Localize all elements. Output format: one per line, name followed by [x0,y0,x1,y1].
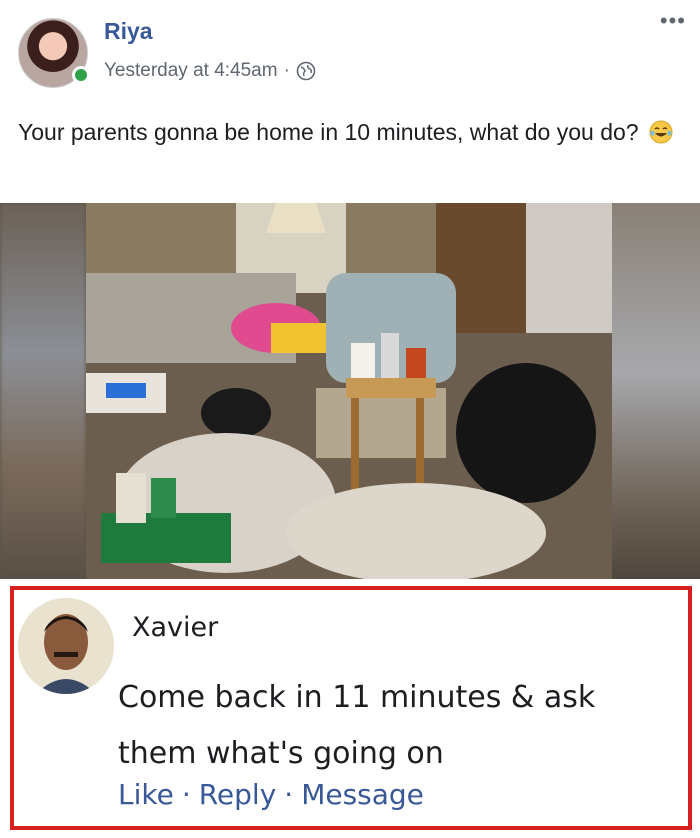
post-meta: Yesterday at 4:45am · [104,60,316,82]
post-body-text: Your parents gonna be home in 10 minutes… [18,119,639,145]
post-timestamp[interactable]: Yesterday at 4:45am [104,60,278,82]
reply-link[interactable]: Reply [199,778,277,811]
commenter-name[interactable]: Xavier [132,612,218,643]
globe-icon[interactable] [296,61,316,81]
post-text: Your parents gonna be home in 10 minutes… [18,116,678,149]
comment-actions: Like · Reply · Message [118,778,424,811]
photo-blur-right [612,203,700,579]
highlighted-comment: Xavier Come back in 11 minutes & ask the… [10,586,692,830]
meta-separator: · [283,60,290,81]
online-status-dot [72,66,90,84]
commenter-avatar[interactable] [18,598,114,694]
post-photo[interactable] [0,203,700,579]
post-header: Riya Yesterday at 4:45am · ••• [0,0,700,100]
messy-room-photo [86,203,612,579]
laughing-tears-emoji-icon [649,120,673,144]
message-link[interactable]: Message [301,778,424,811]
like-link[interactable]: Like [118,778,174,811]
action-separator: · [284,778,294,811]
action-separator: · [181,778,191,811]
more-options-button[interactable]: ••• [660,8,686,34]
comment-text: Come back in 11 minutes & ask them what'… [118,680,596,771]
author-name[interactable]: Riya [104,18,153,45]
photo-blur-left [0,203,86,579]
